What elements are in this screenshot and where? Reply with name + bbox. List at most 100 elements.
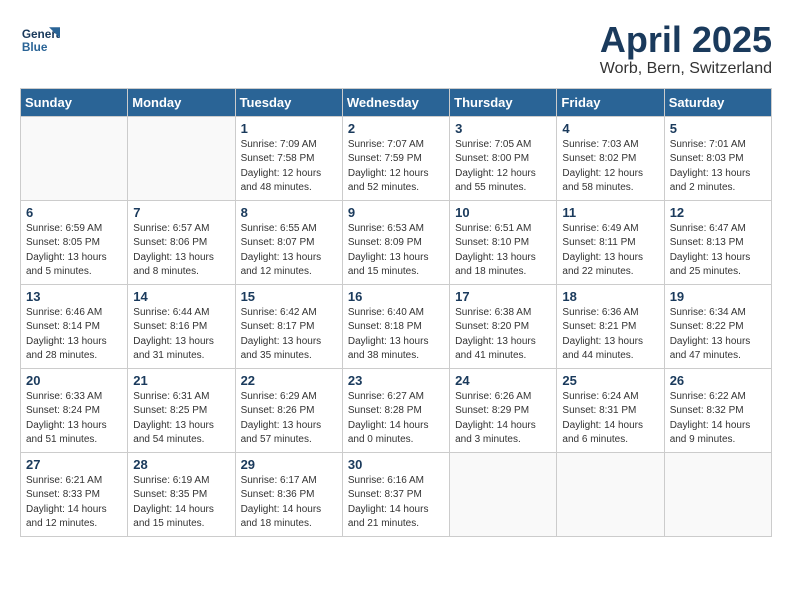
day-info: Sunrise: 6:27 AM Sunset: 8:28 PM Dayligh…: [348, 390, 444, 448]
day-number: 22: [241, 373, 337, 388]
day-number: 14: [133, 289, 229, 304]
day-number: 2: [348, 121, 444, 136]
day-info: Sunrise: 6:38 AM Sunset: 8:20 PM Dayligh…: [455, 306, 551, 364]
calendar-day-cell: 11Sunrise: 6:49 AM Sunset: 8:11 PM Dayli…: [557, 200, 664, 284]
day-info: Sunrise: 6:42 AM Sunset: 8:17 PM Dayligh…: [241, 306, 337, 364]
calendar-day-cell: 28 Sunrise: 6:19 AM Sunset: 8:35 PM Dayli…: [128, 452, 235, 536]
day-info: Sunrise: 6:47 AM Sunset: 8:13 PM Dayligh…: [670, 222, 766, 280]
day-number: 18: [562, 289, 658, 304]
day-info: Sunrise: 6:36 AM Sunset: 8:21 PM Dayligh…: [562, 306, 658, 364]
day-info: Sunrise: 6:19 AM Sunset: 8:35 PM Dayligh…: [133, 474, 229, 532]
calendar-day-cell: 10 Sunrise: 6:51 AM Sunset: 8:10 PM Dayli…: [450, 200, 557, 284]
day-info: Sunrise: 6:55 AM Sunset: 8:07 PM Dayligh…: [241, 222, 337, 280]
day-info: Sunrise: 6:26 AM Sunset: 8:29 PM Dayligh…: [455, 390, 551, 448]
day-number: 9: [348, 205, 444, 220]
day-info: Sunrise: 6:53 AM Sunset: 8:09 PM Dayligh…: [348, 222, 444, 280]
calendar-day-cell: 20Sunrise: 6:33 AM Sunset: 8:24 PM Dayli…: [21, 368, 128, 452]
calendar-week-row: 6Sunrise: 6:59 AM Sunset: 8:05 PM Daylig…: [21, 200, 772, 284]
day-number: 10: [455, 205, 551, 220]
page-header: General Blue April 2025 Worb, Bern, Swit…: [20, 20, 772, 78]
calendar-day-cell: 3 Sunrise: 7:05 AM Sunset: 8:00 PM Daylig…: [450, 116, 557, 200]
calendar-week-row: 27Sunrise: 6:21 AM Sunset: 8:33 PM Dayli…: [21, 452, 772, 536]
weekday-header: Sunday: [21, 88, 128, 116]
calendar-day-cell: [450, 452, 557, 536]
day-info: Sunrise: 6:46 AM Sunset: 8:14 PM Dayligh…: [26, 306, 122, 364]
day-number: 7: [133, 205, 229, 220]
logo: General Blue: [20, 20, 66, 65]
calendar-header-row: SundayMondayTuesdayWednesdayThursdayFrid…: [21, 88, 772, 116]
calendar-day-cell: 17 Sunrise: 6:38 AM Sunset: 8:20 PM Dayli…: [450, 284, 557, 368]
day-info: Sunrise: 6:29 AM Sunset: 8:26 PM Dayligh…: [241, 390, 337, 448]
calendar-week-row: 13 Sunrise: 6:46 AM Sunset: 8:14 PM Dayli…: [21, 284, 772, 368]
day-info: Sunrise: 6:31 AM Sunset: 8:25 PM Dayligh…: [133, 390, 229, 448]
day-info: Sunrise: 6:49 AM Sunset: 8:11 PM Dayligh…: [562, 222, 658, 280]
day-number: 17: [455, 289, 551, 304]
calendar-day-cell: 14 Sunrise: 6:44 AM Sunset: 8:16 PM Dayli…: [128, 284, 235, 368]
day-info: Sunrise: 7:03 AM Sunset: 8:02 PM Dayligh…: [562, 138, 658, 196]
calendar-day-cell: 1 Sunrise: 7:09 AM Sunset: 7:58 PM Daylig…: [235, 116, 342, 200]
day-info: Sunrise: 6:40 AM Sunset: 8:18 PM Dayligh…: [348, 306, 444, 364]
svg-text:Blue: Blue: [22, 40, 48, 54]
day-number: 8: [241, 205, 337, 220]
calendar-day-cell: 23 Sunrise: 6:27 AM Sunset: 8:28 PM Dayli…: [342, 368, 449, 452]
day-info: Sunrise: 6:51 AM Sunset: 8:10 PM Dayligh…: [455, 222, 551, 280]
calendar-week-row: 20Sunrise: 6:33 AM Sunset: 8:24 PM Dayli…: [21, 368, 772, 452]
weekday-header: Wednesday: [342, 88, 449, 116]
title-block: April 2025 Worb, Bern, Switzerland: [600, 20, 772, 78]
calendar-day-cell: 26 Sunrise: 6:22 AM Sunset: 8:32 PM Dayli…: [664, 368, 771, 452]
calendar-day-cell: 29Sunrise: 6:17 AM Sunset: 8:36 PM Dayli…: [235, 452, 342, 536]
day-info: Sunrise: 6:21 AM Sunset: 8:33 PM Dayligh…: [26, 474, 122, 532]
day-info: Sunrise: 7:05 AM Sunset: 8:00 PM Dayligh…: [455, 138, 551, 196]
calendar-day-cell: 22 Sunrise: 6:29 AM Sunset: 8:26 PM Dayli…: [235, 368, 342, 452]
calendar-day-cell: 13 Sunrise: 6:46 AM Sunset: 8:14 PM Dayli…: [21, 284, 128, 368]
day-info: Sunrise: 6:16 AM Sunset: 8:37 PM Dayligh…: [348, 474, 444, 532]
calendar-day-cell: 15 Sunrise: 6:42 AM Sunset: 8:17 PM Dayli…: [235, 284, 342, 368]
day-number: 6: [26, 205, 122, 220]
day-number: 3: [455, 121, 551, 136]
day-number: 30: [348, 457, 444, 472]
day-info: Sunrise: 6:17 AM Sunset: 8:36 PM Dayligh…: [241, 474, 337, 532]
calendar-day-cell: [21, 116, 128, 200]
day-number: 23: [348, 373, 444, 388]
day-number: 28: [133, 457, 229, 472]
day-number: 20: [26, 373, 122, 388]
weekday-header: Friday: [557, 88, 664, 116]
calendar-day-cell: 4 Sunrise: 7:03 AM Sunset: 8:02 PM Daylig…: [557, 116, 664, 200]
day-info: Sunrise: 6:34 AM Sunset: 8:22 PM Dayligh…: [670, 306, 766, 364]
calendar-day-cell: 12Sunrise: 6:47 AM Sunset: 8:13 PM Dayli…: [664, 200, 771, 284]
day-number: 16: [348, 289, 444, 304]
day-number: 21: [133, 373, 229, 388]
day-number: 5: [670, 121, 766, 136]
calendar-day-cell: 24Sunrise: 6:26 AM Sunset: 8:29 PM Dayli…: [450, 368, 557, 452]
calendar-day-cell: [128, 116, 235, 200]
day-info: Sunrise: 6:24 AM Sunset: 8:31 PM Dayligh…: [562, 390, 658, 448]
calendar-day-cell: 19 Sunrise: 6:34 AM Sunset: 8:22 PM Dayli…: [664, 284, 771, 368]
day-number: 25: [562, 373, 658, 388]
day-info: Sunrise: 7:01 AM Sunset: 8:03 PM Dayligh…: [670, 138, 766, 196]
calendar-day-cell: 5 Sunrise: 7:01 AM Sunset: 8:03 PM Daylig…: [664, 116, 771, 200]
day-info: Sunrise: 6:57 AM Sunset: 8:06 PM Dayligh…: [133, 222, 229, 280]
calendar-day-cell: 30 Sunrise: 6:16 AM Sunset: 8:37 PM Dayli…: [342, 452, 449, 536]
calendar-day-cell: [557, 452, 664, 536]
day-number: 15: [241, 289, 337, 304]
day-number: 4: [562, 121, 658, 136]
calendar-day-cell: 7 Sunrise: 6:57 AM Sunset: 8:06 PM Daylig…: [128, 200, 235, 284]
calendar-day-cell: 27Sunrise: 6:21 AM Sunset: 8:33 PM Dayli…: [21, 452, 128, 536]
calendar-day-cell: 6Sunrise: 6:59 AM Sunset: 8:05 PM Daylig…: [21, 200, 128, 284]
calendar-day-cell: [664, 452, 771, 536]
weekday-header: Saturday: [664, 88, 771, 116]
month-title: April 2025: [600, 20, 772, 60]
weekday-header: Thursday: [450, 88, 557, 116]
calendar-day-cell: 25 Sunrise: 6:24 AM Sunset: 8:31 PM Dayli…: [557, 368, 664, 452]
day-info: Sunrise: 6:44 AM Sunset: 8:16 PM Dayligh…: [133, 306, 229, 364]
day-number: 1: [241, 121, 337, 136]
day-number: 19: [670, 289, 766, 304]
day-info: Sunrise: 7:09 AM Sunset: 7:58 PM Dayligh…: [241, 138, 337, 196]
weekday-header: Tuesday: [235, 88, 342, 116]
calendar-day-cell: 8 Sunrise: 6:55 AM Sunset: 8:07 PM Daylig…: [235, 200, 342, 284]
day-number: 26: [670, 373, 766, 388]
day-number: 13: [26, 289, 122, 304]
day-info: Sunrise: 6:22 AM Sunset: 8:32 PM Dayligh…: [670, 390, 766, 448]
calendar-day-cell: 16 Sunrise: 6:40 AM Sunset: 8:18 PM Dayli…: [342, 284, 449, 368]
calendar-table: SundayMondayTuesdayWednesdayThursdayFrid…: [20, 88, 772, 537]
